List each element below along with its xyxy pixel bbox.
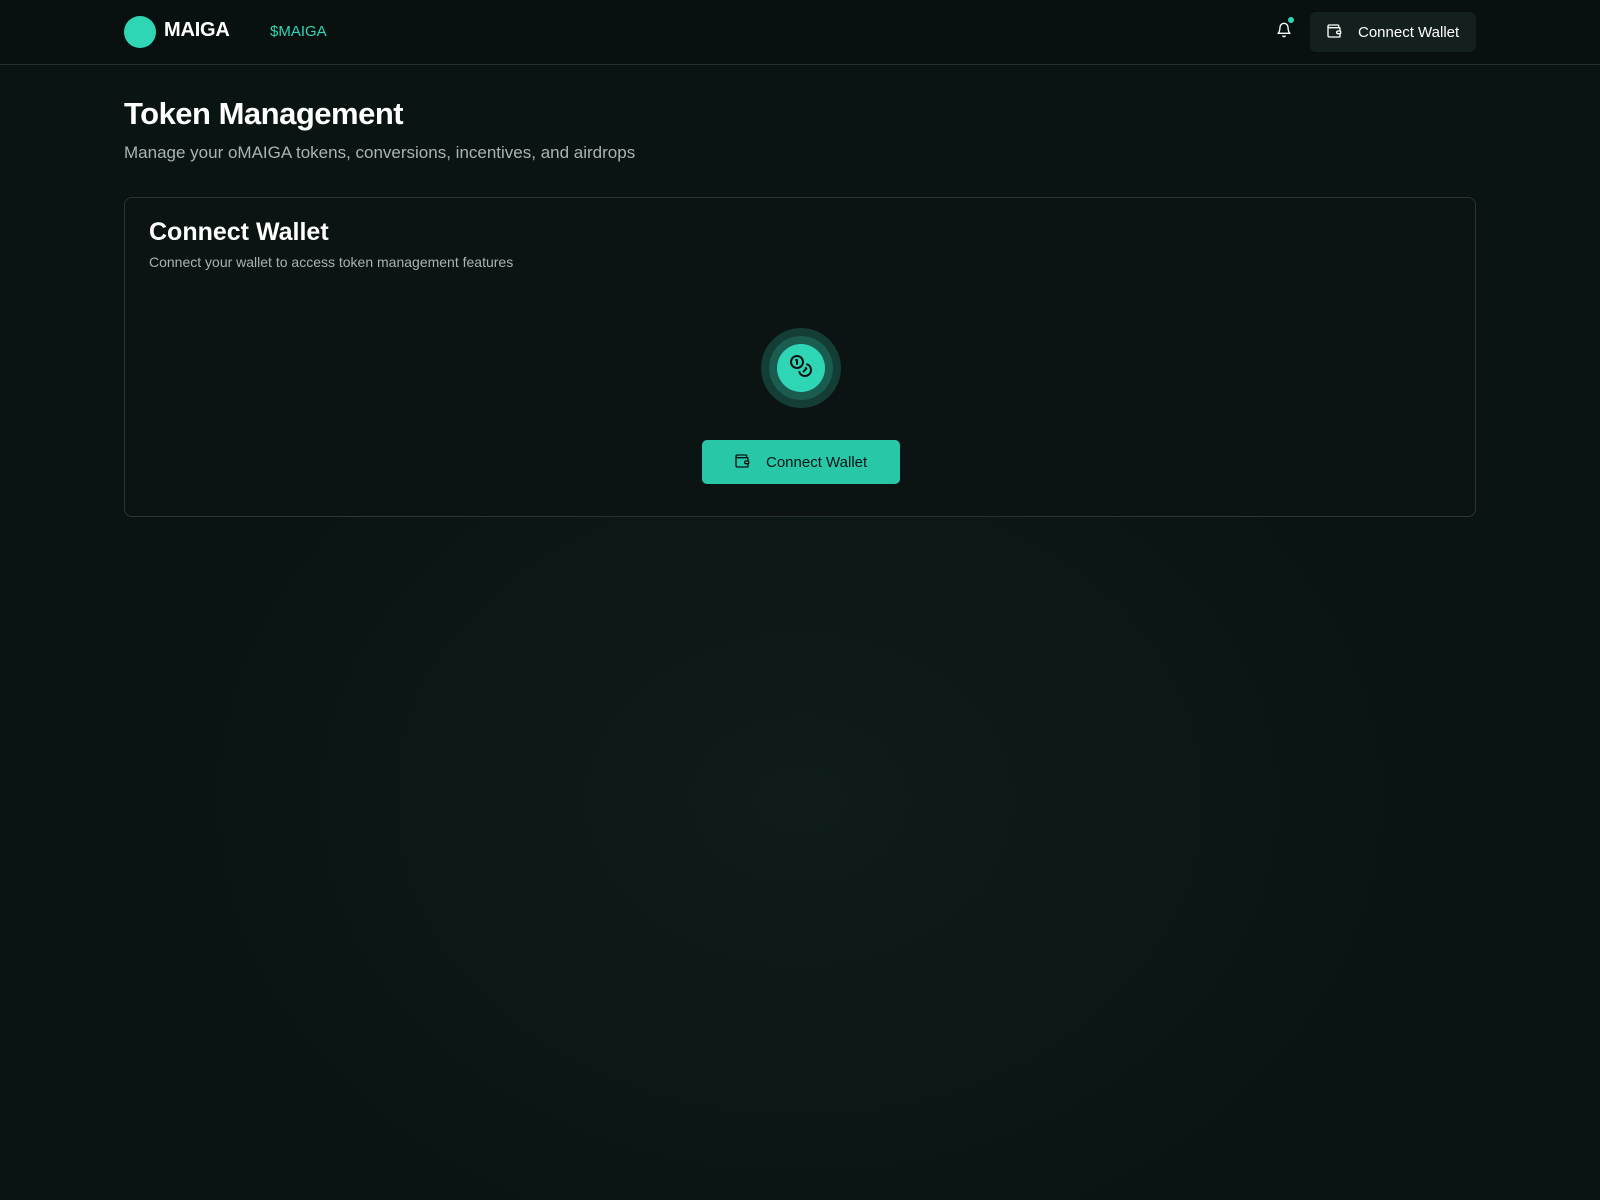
coins-icon [789,354,813,383]
token-link[interactable]: $MAIGA [270,23,327,40]
coins-badge-ring [769,336,833,400]
top-navigation-bar: MAIGA $MAIGA Connect Wallet [0,0,1600,65]
header-connect-wallet-label: Connect Wallet [1358,23,1460,41]
wallet-icon [1326,23,1342,42]
notifications-button[interactable] [1272,17,1296,44]
logo-circle-icon[interactable] [124,16,156,48]
brand-name[interactable]: MAIGA [164,19,230,42]
page-title: Token Management [124,96,404,131]
coins-badge [761,328,841,408]
connect-wallet-label: Connect Wallet [766,453,868,471]
coins-badge-core [777,344,825,392]
connect-wallet-card: Connect Wallet Connect your wallet to ac… [124,197,1476,517]
wallet-icon [734,453,750,472]
card-title: Connect Wallet [149,218,329,246]
header-connect-wallet-button[interactable]: Connect Wallet [1310,12,1476,52]
card-description: Connect your wallet to access token mana… [149,254,514,270]
page-subtitle: Manage your oMAIGA tokens, conversions, … [124,143,636,162]
bell-icon [1276,22,1292,43]
notification-badge [1288,17,1294,23]
connect-wallet-button[interactable]: Connect Wallet [702,440,900,484]
